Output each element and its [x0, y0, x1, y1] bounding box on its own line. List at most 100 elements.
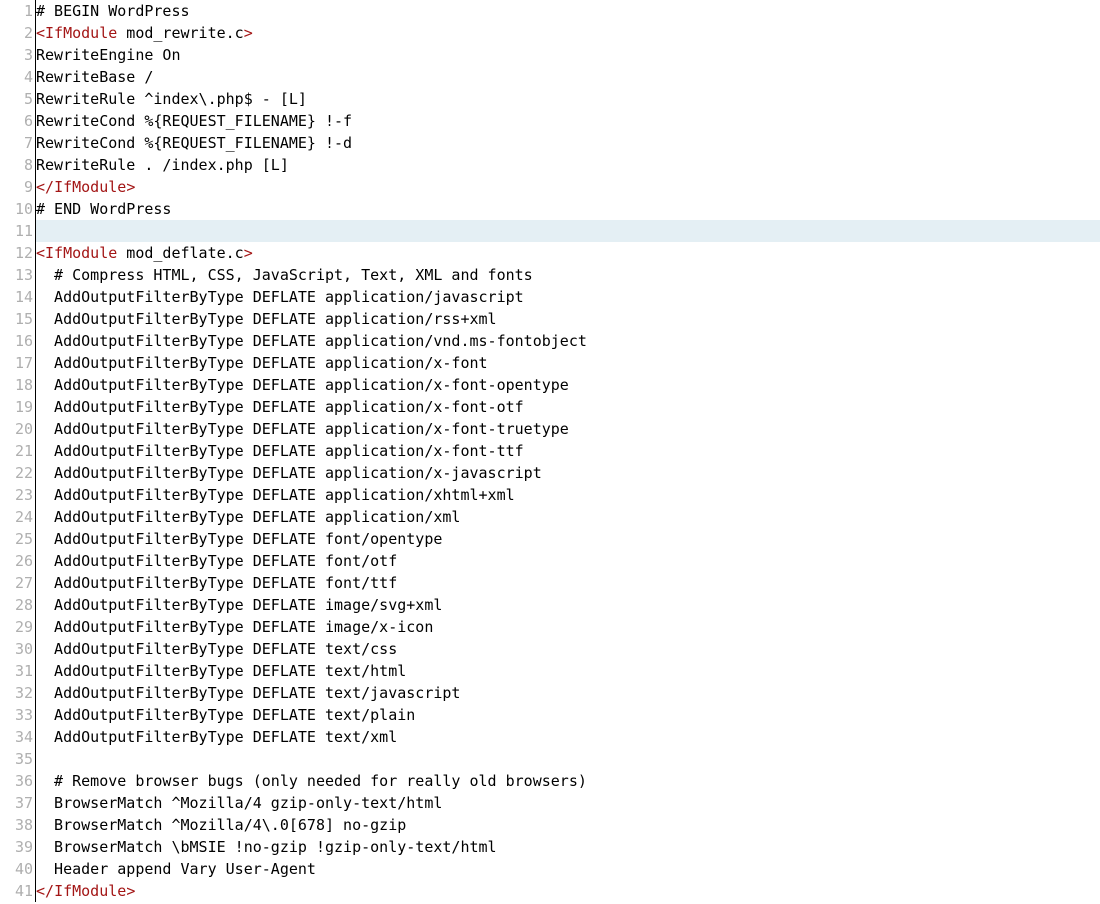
code-line[interactable]: AddOutputFilterByType DEFLATE text/javas…: [36, 682, 1100, 704]
code-token: mod_deflate.c: [117, 244, 243, 262]
code-token: </: [36, 882, 54, 900]
line-number: 23: [0, 484, 33, 506]
code-token: AddOutputFilterByType DEFLATE applicatio…: [36, 464, 542, 482]
code-line[interactable]: AddOutputFilterByType DEFLATE applicatio…: [36, 418, 1100, 440]
line-number: 36: [0, 770, 33, 792]
code-line[interactable]: RewriteRule ^index\.php$ - [L]: [36, 88, 1100, 110]
code-token: >: [244, 244, 253, 262]
line-number: 16: [0, 330, 33, 352]
code-line[interactable]: AddOutputFilterByType DEFLATE text/css: [36, 638, 1100, 660]
code-token: AddOutputFilterByType DEFLATE text/html: [36, 662, 406, 680]
code-token: AddOutputFilterByType DEFLATE applicatio…: [36, 398, 524, 416]
code-token: AddOutputFilterByType DEFLATE image/x-ic…: [36, 618, 433, 636]
line-number: 11: [0, 220, 33, 242]
code-line[interactable]: AddOutputFilterByType DEFLATE text/xml: [36, 726, 1100, 748]
line-number: 6: [0, 110, 33, 132]
code-token: </: [36, 178, 54, 196]
code-token: Header append Vary User-Agent: [36, 860, 316, 878]
line-number-gutter: 1234567891011121314151617181920212223242…: [0, 0, 36, 902]
line-number: 7: [0, 132, 33, 154]
line-number: 41: [0, 880, 33, 902]
line-number: 13: [0, 264, 33, 286]
code-line[interactable]: AddOutputFilterByType DEFLATE applicatio…: [36, 308, 1100, 330]
line-number: 8: [0, 154, 33, 176]
code-token: RewriteRule ^index\.php$ - [L]: [36, 90, 307, 108]
line-number: 17: [0, 352, 33, 374]
code-area[interactable]: # BEGIN WordPress<IfModule mod_rewrite.c…: [36, 0, 1100, 902]
code-line[interactable]: AddOutputFilterByType DEFLATE applicatio…: [36, 330, 1100, 352]
code-token: IfModule: [45, 24, 117, 42]
line-number: 2: [0, 22, 33, 44]
line-number: 38: [0, 814, 33, 836]
code-line[interactable]: AddOutputFilterByType DEFLATE text/html: [36, 660, 1100, 682]
code-token: mod_rewrite.c: [117, 24, 243, 42]
code-line[interactable]: AddOutputFilterByType DEFLATE image/svg+…: [36, 594, 1100, 616]
code-token: RewriteEngine On: [36, 46, 181, 64]
code-token: >: [126, 178, 135, 196]
code-line[interactable]: AddOutputFilterByType DEFLATE applicatio…: [36, 352, 1100, 374]
line-number: 37: [0, 792, 33, 814]
code-token: AddOutputFilterByType DEFLATE applicatio…: [36, 376, 569, 394]
code-line[interactable]: RewriteCond %{REQUEST_FILENAME} !-f: [36, 110, 1100, 132]
code-line[interactable]: # Remove browser bugs (only needed for r…: [36, 770, 1100, 792]
code-line[interactable]: BrowserMatch ^Mozilla/4 gzip-only-text/h…: [36, 792, 1100, 814]
code-line[interactable]: </IfModule>: [36, 880, 1100, 902]
line-number: 19: [0, 396, 33, 418]
code-line[interactable]: # BEGIN WordPress: [36, 0, 1100, 22]
code-editor[interactable]: 1234567891011121314151617181920212223242…: [0, 0, 1100, 902]
code-line[interactable]: <IfModule mod_deflate.c>: [36, 242, 1100, 264]
line-number: 32: [0, 682, 33, 704]
code-token: RewriteRule . /index.php [L]: [36, 156, 289, 174]
line-number: 14: [0, 286, 33, 308]
line-number: 27: [0, 572, 33, 594]
code-line[interactable]: Header append Vary User-Agent: [36, 858, 1100, 880]
code-token: <: [36, 244, 45, 262]
code-token: <: [36, 24, 45, 42]
code-line[interactable]: AddOutputFilterByType DEFLATE font/opent…: [36, 528, 1100, 550]
line-number: 29: [0, 616, 33, 638]
code-line[interactable]: RewriteRule . /index.php [L]: [36, 154, 1100, 176]
code-token: >: [126, 882, 135, 900]
line-number: 26: [0, 550, 33, 572]
code-token: AddOutputFilterByType DEFLATE font/ttf: [36, 574, 397, 592]
code-line[interactable]: # END WordPress: [36, 198, 1100, 220]
code-token: IfModule: [54, 882, 126, 900]
code-token: AddOutputFilterByType DEFLATE applicatio…: [36, 288, 524, 306]
code-token: # Remove browser bugs (only needed for r…: [36, 772, 587, 790]
code-line[interactable]: [36, 748, 1100, 770]
code-line[interactable]: AddOutputFilterByType DEFLATE font/ttf: [36, 572, 1100, 594]
code-token: AddOutputFilterByType DEFLATE font/otf: [36, 552, 397, 570]
code-line[interactable]: BrowserMatch ^Mozilla/4\.0[678] no-gzip: [36, 814, 1100, 836]
code-line[interactable]: AddOutputFilterByType DEFLATE applicatio…: [36, 506, 1100, 528]
code-line[interactable]: AddOutputFilterByType DEFLATE font/otf: [36, 550, 1100, 572]
code-line[interactable]: AddOutputFilterByType DEFLATE image/x-ic…: [36, 616, 1100, 638]
code-line[interactable]: RewriteCond %{REQUEST_FILENAME} !-d: [36, 132, 1100, 154]
code-line[interactable]: RewriteBase /: [36, 66, 1100, 88]
code-token: AddOutputFilterByType DEFLATE applicatio…: [36, 508, 460, 526]
code-line[interactable]: AddOutputFilterByType DEFLATE applicatio…: [36, 374, 1100, 396]
code-token: AddOutputFilterByType DEFLATE applicatio…: [36, 420, 569, 438]
code-token: AddOutputFilterByType DEFLATE applicatio…: [36, 486, 515, 504]
code-line[interactable]: AddOutputFilterByType DEFLATE applicatio…: [36, 440, 1100, 462]
code-line[interactable]: RewriteEngine On: [36, 44, 1100, 66]
code-line[interactable]: BrowserMatch \bMSIE !no-gzip !gzip-only-…: [36, 836, 1100, 858]
code-line[interactable]: [36, 220, 1100, 242]
line-number: 30: [0, 638, 33, 660]
code-line[interactable]: </IfModule>: [36, 176, 1100, 198]
code-line[interactable]: AddOutputFilterByType DEFLATE applicatio…: [36, 396, 1100, 418]
code-line[interactable]: AddOutputFilterByType DEFLATE text/plain: [36, 704, 1100, 726]
code-line[interactable]: AddOutputFilterByType DEFLATE applicatio…: [36, 286, 1100, 308]
code-line[interactable]: <IfModule mod_rewrite.c>: [36, 22, 1100, 44]
line-number: 25: [0, 528, 33, 550]
line-number: 33: [0, 704, 33, 726]
code-token: BrowserMatch ^Mozilla/4\.0[678] no-gzip: [36, 816, 406, 834]
line-number: 9: [0, 176, 33, 198]
code-line[interactable]: AddOutputFilterByType DEFLATE applicatio…: [36, 462, 1100, 484]
code-token: AddOutputFilterByType DEFLATE text/css: [36, 640, 397, 658]
code-token: >: [244, 24, 253, 42]
code-token: RewriteBase /: [36, 68, 153, 86]
code-token: AddOutputFilterByType DEFLATE font/opent…: [36, 530, 442, 548]
code-line[interactable]: AddOutputFilterByType DEFLATE applicatio…: [36, 484, 1100, 506]
code-token: AddOutputFilterByType DEFLATE applicatio…: [36, 310, 497, 328]
code-line[interactable]: # Compress HTML, CSS, JavaScript, Text, …: [36, 264, 1100, 286]
